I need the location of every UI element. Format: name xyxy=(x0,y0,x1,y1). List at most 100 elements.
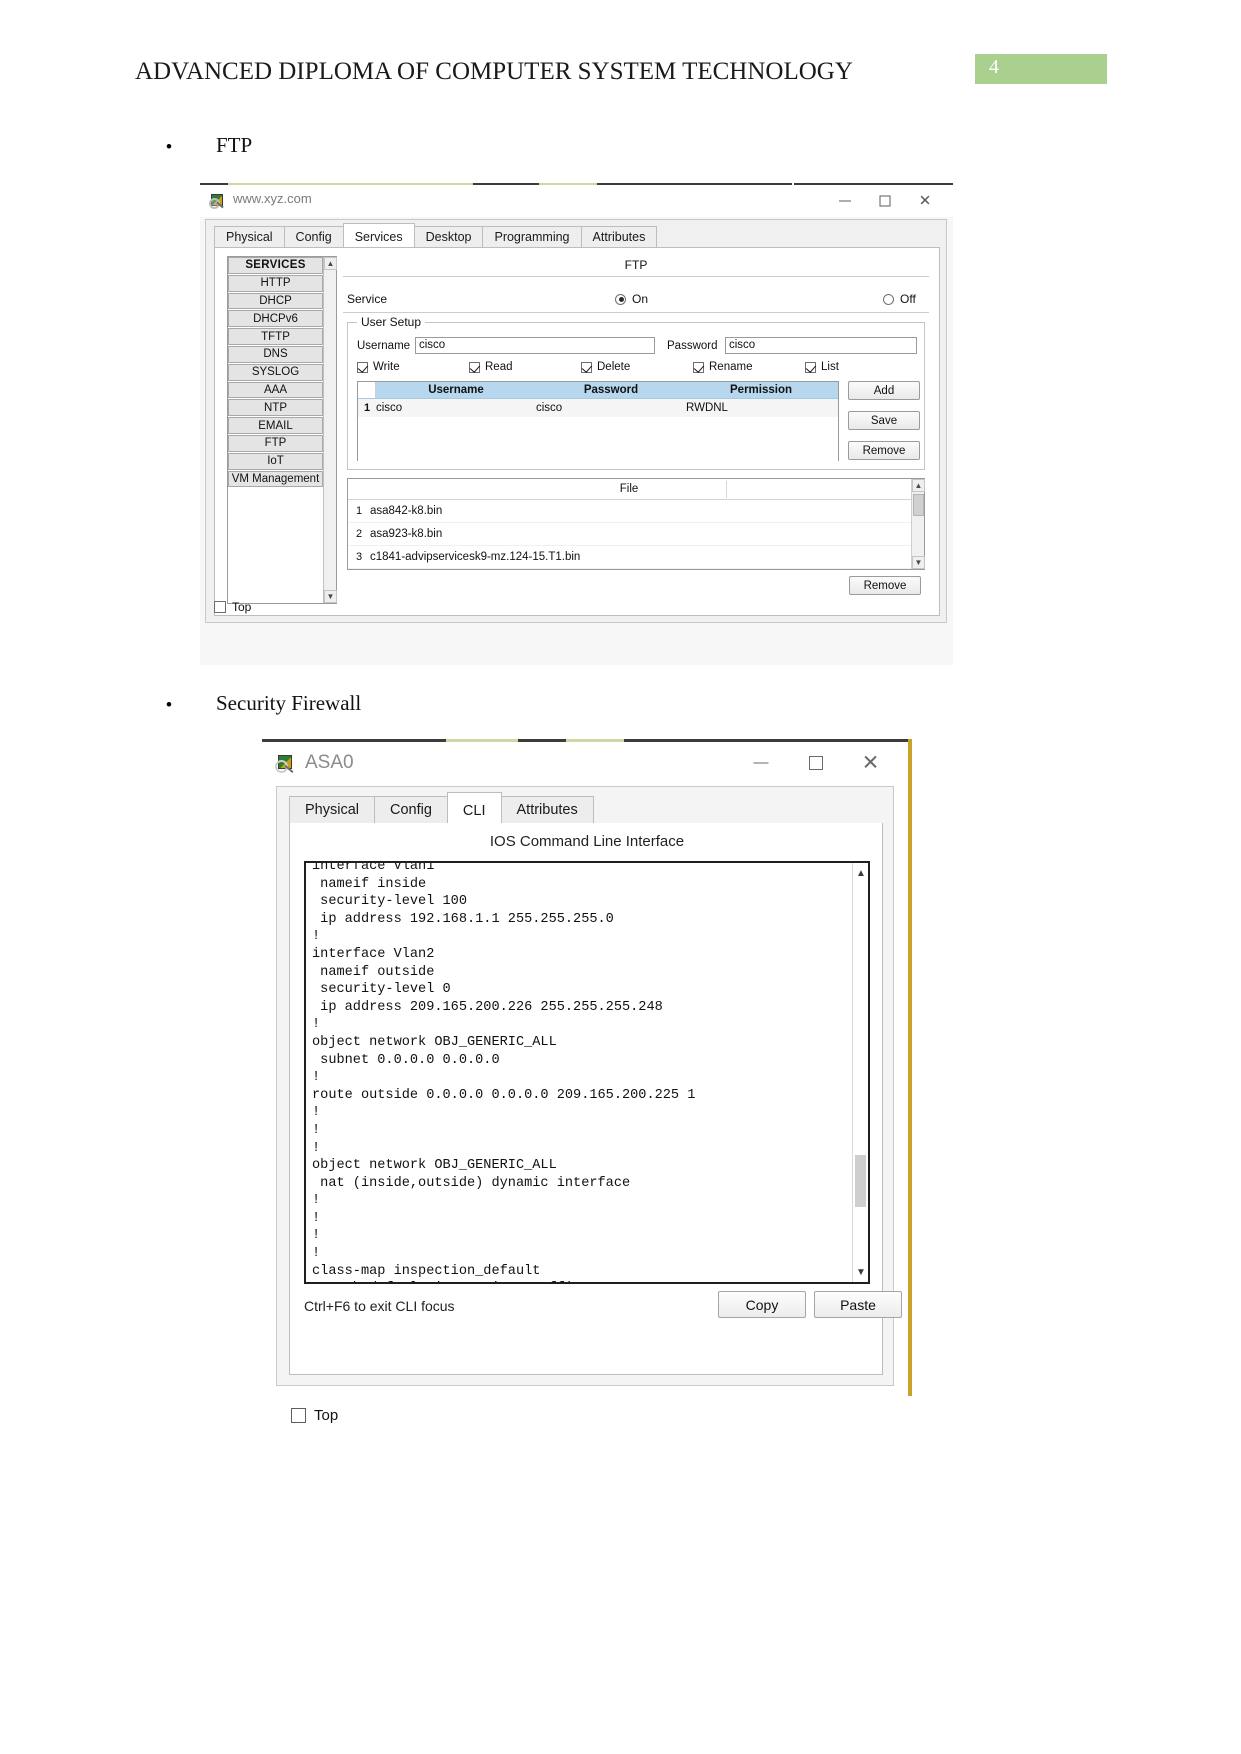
service-on-label: On xyxy=(632,292,649,306)
row-index: 1 xyxy=(363,402,371,414)
sidebar-item-http[interactable]: HTTP xyxy=(228,274,323,292)
remove-user-button[interactable]: Remove xyxy=(848,441,920,460)
scroll-down-icon[interactable]: ▼ xyxy=(324,590,337,603)
tab-desktop[interactable]: Desktop xyxy=(413,226,484,248)
password-input[interactable]: cisco xyxy=(725,337,917,354)
permission-read-checkbox[interactable]: Read xyxy=(469,361,513,373)
tab-config[interactable]: Config xyxy=(374,796,448,824)
add-user-button[interactable]: Add xyxy=(848,381,920,400)
tab-physical[interactable]: Physical xyxy=(289,796,375,824)
tab-config[interactable]: Config xyxy=(283,226,344,248)
sidebar-item-dhcp[interactable]: DHCP xyxy=(228,292,323,310)
top-checkbox-row[interactable]: Top xyxy=(291,1407,338,1424)
permission-rename-checkbox[interactable]: Rename xyxy=(693,361,752,373)
cli-output-box[interactable]: interface Vlan1 nameif inside security-l… xyxy=(304,861,870,1284)
list-item[interactable]: 1 asa842-k8.bin xyxy=(348,500,924,523)
remove-file-button[interactable]: Remove xyxy=(849,576,921,595)
close-icon: ✕ xyxy=(861,751,880,775)
top-checkbox-label: Top xyxy=(314,1407,339,1424)
scroll-down-icon[interactable]: ▼ xyxy=(912,556,925,569)
radio-off-icon xyxy=(883,293,894,305)
tab-attributes[interactable]: Attributes xyxy=(500,796,594,824)
page-title: ADVANCED DIPLOMA OF COMPUTER SYSTEM TECH… xyxy=(135,58,853,85)
sidebar-item-ftp[interactable]: FTP xyxy=(228,434,323,452)
bullet-item-security-firewall: • Security Firewall xyxy=(166,691,361,716)
username-label: Username xyxy=(357,340,411,352)
permission-label: Delete xyxy=(597,361,631,373)
sidebar-item-vm-management[interactable]: VM Management xyxy=(228,470,323,488)
scrollbar-thumb[interactable] xyxy=(855,1155,866,1207)
ftp-services-panel: SERVICES HTTP DHCP DHCPv6 TFTP DNS SYSLOG AAA NT… xyxy=(214,248,940,616)
services-scrollbar[interactable]: ▲ ▼ xyxy=(323,257,337,603)
column-header-username: Username xyxy=(428,384,484,396)
file-list-scrollbar[interactable]: ▲ ▼ xyxy=(911,479,925,569)
sidebar-item-dns[interactable]: DNS xyxy=(228,345,323,363)
packet-tracer-device-icon xyxy=(275,754,296,774)
cell-filename: asa923-k8.bin xyxy=(370,528,443,540)
top-checkbox-row[interactable]: Top xyxy=(214,600,251,614)
asa-window-body: Physical Config CLI Attributes IOS Command … xyxy=(276,786,902,1424)
sidebar-item-dhcpv6[interactable]: DHCPv6 xyxy=(228,310,323,328)
permission-write-checkbox[interactable]: Write xyxy=(357,361,400,373)
top-checkbox-icon[interactable] xyxy=(214,601,226,613)
bullet-label-ftp: FTP xyxy=(216,133,253,157)
user-setup-group: User Setup Username cisco Password cisco… xyxy=(347,315,925,470)
close-button[interactable]: ✕ xyxy=(905,189,945,213)
services-list-container: SERVICES HTTP DHCP DHCPv6 TFTP DNS SYSLOG AAA NT… xyxy=(227,256,337,604)
maximize-button[interactable] xyxy=(865,189,905,213)
list-item[interactable]: 3 c1841-advipservicesk9-mz.124-15.T1.bin xyxy=(348,546,924,569)
service-off-radio[interactable]: Off xyxy=(883,292,916,306)
ftp-users-table: Username Password Permission 1 cisco cisco RW… xyxy=(357,381,839,461)
bullet-label-security-firewall: Security Firewall xyxy=(216,691,362,715)
cell-permission: RWDNL xyxy=(686,402,728,414)
service-on-radio[interactable]: On xyxy=(615,292,648,306)
minimize-button[interactable] xyxy=(825,189,865,213)
tab-cli[interactable]: CLI xyxy=(446,792,502,824)
page-number-badge: 4 xyxy=(975,54,1107,84)
list-item[interactable]: 2 asa923-k8.bin xyxy=(348,523,924,546)
ftp-window-body: Physical Config Services Desktop Programming… xyxy=(205,219,947,623)
scroll-up-icon[interactable]: ▲ xyxy=(324,257,337,270)
minimize-button[interactable] xyxy=(733,746,788,780)
cli-scrollbar[interactable]: ▲ ▼ xyxy=(852,863,868,1282)
scroll-up-icon[interactable]: ▲ xyxy=(912,479,925,492)
top-checkbox-icon[interactable] xyxy=(291,1408,306,1423)
close-button[interactable]: ✕ xyxy=(843,746,898,780)
permission-list-checkbox[interactable]: List xyxy=(805,361,839,373)
row-index: 1 xyxy=(355,505,363,517)
service-off-label: Off xyxy=(900,292,916,306)
sidebar-item-aaa[interactable]: AAA xyxy=(228,381,323,399)
ftp-window-screenshot: www.xyz.com ✕ Physical Config Services Desk… xyxy=(200,183,953,665)
paste-button[interactable]: Paste xyxy=(814,1291,902,1318)
file-list-body: 1 asa842-k8.bin 2 asa923-k8.bin 3 c1841-advip… xyxy=(348,500,924,569)
permission-label: Read xyxy=(485,361,513,373)
tab-programming[interactable]: Programming xyxy=(482,226,582,248)
credentials-row: Username cisco Password cisco xyxy=(357,337,917,355)
tab-attributes[interactable]: Attributes xyxy=(580,226,658,248)
permission-delete-checkbox[interactable]: Delete xyxy=(581,361,630,373)
asa-window-controls: ✕ xyxy=(733,746,898,780)
sidebar-item-iot[interactable]: IoT xyxy=(228,452,323,470)
scrollbar-thumb[interactable] xyxy=(913,494,924,516)
maximize-button[interactable] xyxy=(788,746,843,780)
permission-label: List xyxy=(821,361,839,373)
checkbox-icon xyxy=(357,361,368,373)
username-input[interactable]: cisco xyxy=(415,337,655,354)
sidebar-item-syslog[interactable]: SYSLOG xyxy=(228,363,323,381)
scroll-down-icon[interactable]: ▼ xyxy=(853,1264,868,1280)
scroll-up-icon[interactable]: ▲ xyxy=(853,865,868,881)
copy-button[interactable]: Copy xyxy=(718,1291,806,1318)
sidebar-item-email[interactable]: EMAIL xyxy=(228,417,323,434)
divider-top xyxy=(343,276,929,277)
save-user-button[interactable]: Save xyxy=(848,411,920,430)
tab-physical[interactable]: Physical xyxy=(214,226,285,248)
ftp-panel-title: FTP xyxy=(624,258,648,272)
sidebar-item-tftp[interactable]: TFTP xyxy=(228,328,323,345)
tab-services[interactable]: Services xyxy=(342,223,415,248)
checkbox-icon xyxy=(693,361,704,373)
cell-filename: asa842-k8.bin xyxy=(370,505,443,517)
cli-focus-hint: Ctrl+F6 to exit CLI focus xyxy=(304,1298,455,1314)
table-row[interactable]: 1 cisco cisco RWDNL xyxy=(358,399,838,417)
close-icon: ✕ xyxy=(918,192,932,210)
sidebar-item-ntp[interactable]: NTP xyxy=(228,399,323,417)
